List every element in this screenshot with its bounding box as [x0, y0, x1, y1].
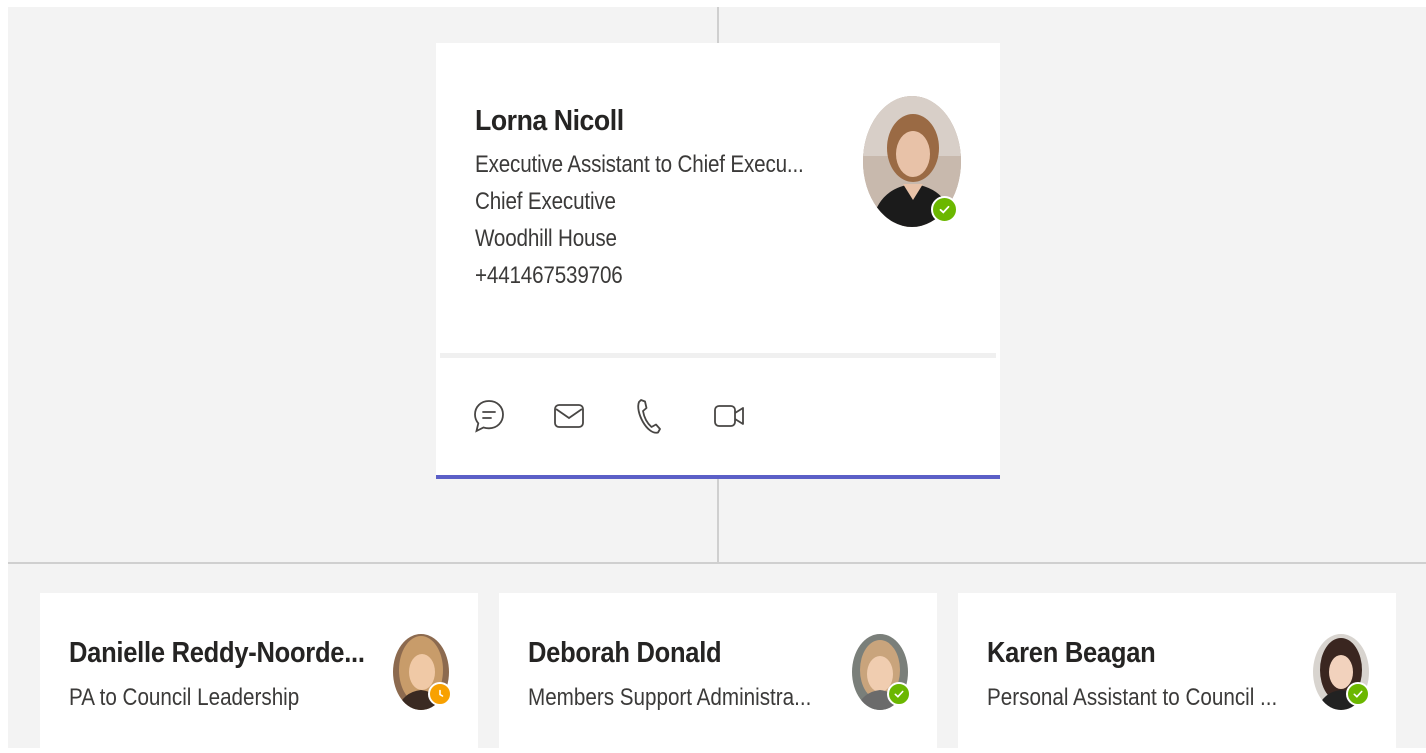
- presence-available-icon: [1346, 682, 1370, 706]
- report-title: Members Support Administra...: [528, 684, 812, 711]
- connector-top: [717, 7, 719, 43]
- manager-info: Lorna Nicoll Executive Assistant to Chie…: [475, 105, 857, 290]
- email-button[interactable]: [552, 396, 632, 436]
- report-title: Personal Assistant to Council ...: [987, 684, 1278, 711]
- manager-department: Chief Executive: [475, 188, 616, 215]
- manager-card[interactable]: Lorna Nicoll Executive Assistant to Chie…: [436, 43, 1000, 479]
- report-avatar[interactable]: [1313, 634, 1370, 710]
- report-name[interactable]: Danielle Reddy-Noorde...: [69, 637, 365, 670]
- manager-title: Executive Assistant to Chief Execu...: [475, 151, 804, 178]
- presence-available-icon: [887, 682, 911, 706]
- presence-away-icon: [428, 682, 452, 706]
- chat-button[interactable]: [472, 396, 552, 436]
- report-title: PA to Council Leadership: [69, 684, 300, 711]
- card-divider: [440, 353, 996, 358]
- contact-actions: [472, 396, 792, 436]
- report-card[interactable]: Deborah Donald Members Support Administr…: [499, 593, 937, 753]
- manager-avatar[interactable]: [863, 96, 961, 227]
- report-avatar[interactable]: [393, 634, 452, 710]
- phone-icon: [637, 399, 661, 434]
- connector-horizontal: [8, 562, 1426, 564]
- report-card[interactable]: Danielle Reddy-Noorde... PA to Council L…: [40, 593, 478, 753]
- report-name[interactable]: Deborah Donald: [528, 637, 722, 670]
- report-name[interactable]: Karen Beagan: [987, 637, 1156, 670]
- presence-available-icon: [931, 196, 958, 223]
- manager-phone[interactable]: +441467539706: [475, 262, 804, 290]
- call-button[interactable]: [632, 396, 712, 436]
- report-avatar[interactable]: [852, 634, 911, 710]
- chat-icon: [474, 400, 504, 433]
- manager-office: Woodhill House: [475, 225, 617, 252]
- report-card[interactable]: Karen Beagan Personal Assistant to Counc…: [958, 593, 1396, 753]
- video-icon: [714, 405, 744, 427]
- mail-icon: [554, 404, 584, 428]
- connector-down: [717, 479, 719, 563]
- video-call-button[interactable]: [712, 396, 792, 436]
- manager-name[interactable]: Lorna Nicoll: [475, 105, 827, 138]
